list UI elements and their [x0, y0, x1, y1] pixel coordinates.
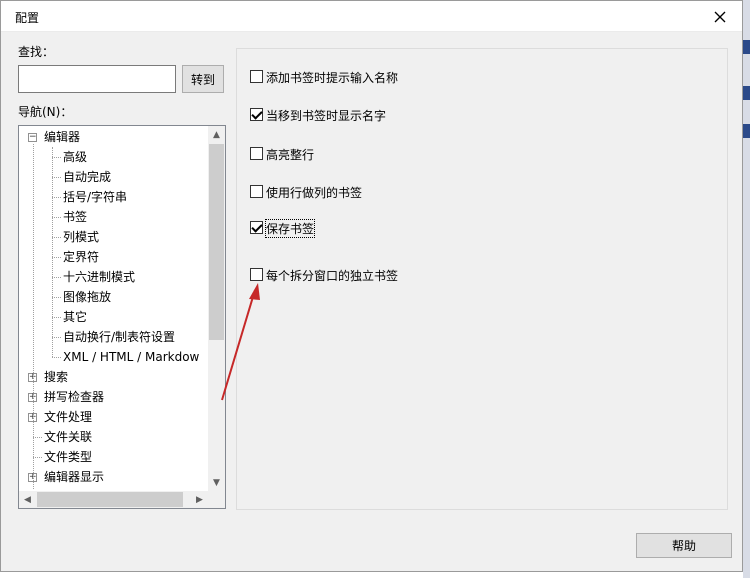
annotation-arrow-line [221, 289, 256, 401]
annotation-arrow [221, 283, 260, 401]
annotation-arrow-head [249, 283, 260, 300]
